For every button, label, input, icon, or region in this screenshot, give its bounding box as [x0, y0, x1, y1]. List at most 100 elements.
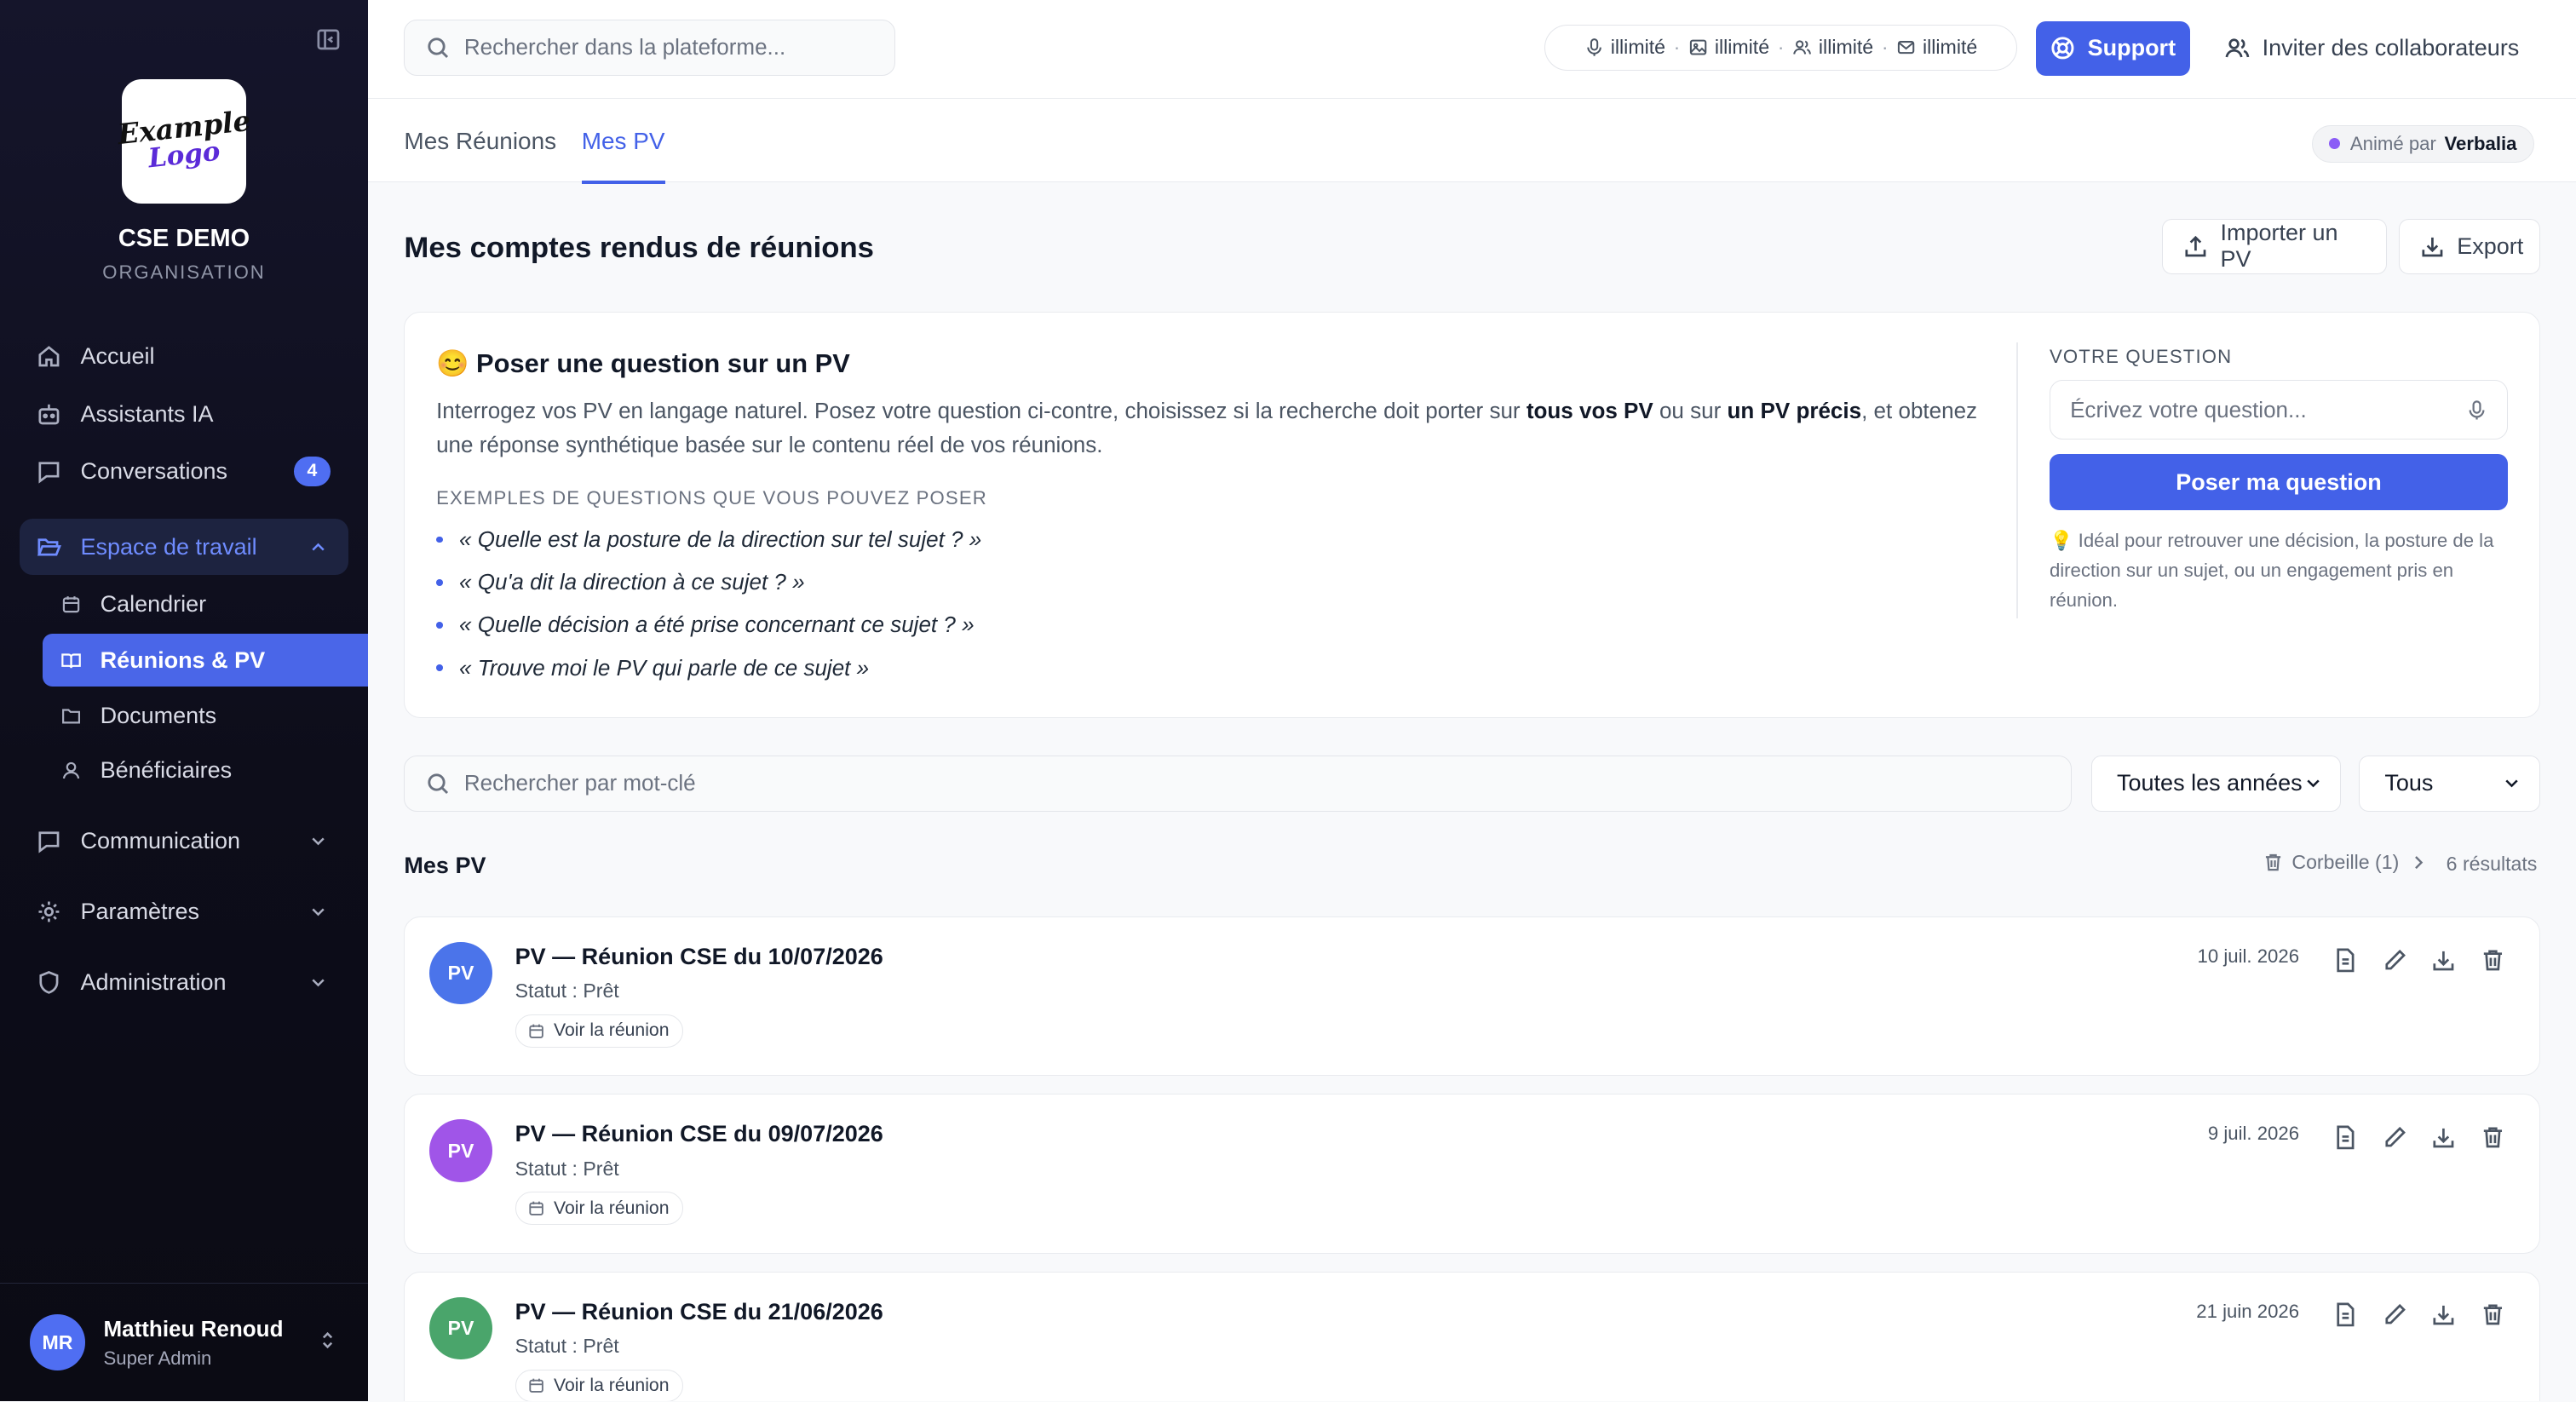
top-bar: illimité · illimité · illimité · illimit… — [368, 0, 2576, 99]
document-icon[interactable] — [2332, 947, 2359, 974]
view-meeting-label: Voir la réunion — [553, 1198, 670, 1218]
document-icon[interactable] — [2332, 1124, 2359, 1151]
nav-item-assistants[interactable]: Assistants IA — [20, 386, 348, 442]
view-meeting-link[interactable]: Voir la réunion — [515, 1014, 683, 1048]
ask-question-button[interactable]: Poser ma question — [2049, 454, 2509, 510]
chevron-down-icon — [312, 908, 325, 916]
chevron-right-icon — [2414, 856, 2424, 869]
bot-icon — [38, 404, 60, 424]
sidebar-collapse-icon[interactable] — [315, 26, 342, 53]
export-button[interactable]: Export — [2398, 218, 2540, 275]
nav-item-conversations[interactable]: Conversations 4 — [20, 444, 348, 500]
document-icon[interactable] — [2332, 1301, 2359, 1328]
view-meeting-link[interactable]: Voir la réunion — [515, 1192, 683, 1225]
nav-item-workspace[interactable]: Espace de travail — [20, 519, 348, 575]
nav-subitem-beneficiaries[interactable]: Bénéficiaires — [43, 744, 368, 797]
nav-item-home[interactable]: Accueil — [20, 329, 348, 385]
trash-icon[interactable] — [2480, 1124, 2506, 1151]
shield-icon — [39, 970, 59, 994]
question-field[interactable] — [2049, 380, 2509, 440]
nav-subitem-calendar[interactable]: Calendrier — [43, 578, 368, 631]
nav-label: Conversations — [80, 458, 228, 484]
chevron-down-icon — [2307, 779, 2320, 788]
invite-button[interactable]: Inviter des collaborateurs — [2224, 21, 2519, 76]
pv-title[interactable]: PV — Réunion CSE du 09/07/2026 — [515, 1121, 883, 1147]
pv-date: 10 juil. 2026 — [2197, 945, 2300, 967]
pv-avatar: PV — [429, 1296, 492, 1359]
nav-subitem-meetings[interactable]: Réunions & PV — [43, 634, 368, 687]
desc-bold-all: tous vos PV — [1526, 397, 1653, 423]
user-menu[interactable]: MR Matthieu Renoud Super Admin — [0, 1283, 368, 1401]
global-search-input[interactable] — [463, 34, 875, 61]
chat-icon — [38, 462, 60, 484]
trash-icon[interactable] — [2480, 947, 2506, 974]
results-count: 6 résultats — [2446, 852, 2538, 875]
org-name: CSE DEMO — [118, 225, 250, 253]
edit-icon[interactable] — [2382, 1301, 2408, 1328]
sidebar: Example Logo CSE DEMO ORGANISATION Accue… — [0, 0, 368, 1402]
pv-card[interactable]: PV PV — Réunion CSE du 21/06/2026 Statut… — [404, 1271, 2540, 1402]
calendar-icon — [529, 1024, 543, 1038]
pv-date: 9 juil. 2026 — [2207, 1123, 2300, 1145]
pv-card[interactable]: PV PV — Réunion CSE du 09/07/2026 Statut… — [404, 1094, 2540, 1254]
conversations-count-badge: 4 — [294, 457, 331, 486]
example-question: « Qu'a dit la direction à ce sujet ? » — [436, 569, 805, 595]
ask-title-text: Poser une question sur un PV — [476, 348, 850, 378]
search-icon — [427, 773, 448, 794]
chevron-down-icon — [2505, 779, 2518, 788]
trash-link[interactable]: Corbeille (1) — [2263, 851, 2427, 874]
example-question: « Trouve moi le PV qui parle de ce sujet… — [436, 655, 869, 681]
user-plus-icon — [2225, 38, 2250, 58]
animated-by-name: Verbalia — [2444, 132, 2517, 154]
pv-title[interactable]: PV — Réunion CSE du 21/06/2026 — [515, 1299, 883, 1325]
user-icon — [63, 761, 80, 779]
question-input[interactable] — [2070, 396, 2466, 423]
gear-icon — [38, 901, 60, 922]
list-title: Mes PV — [404, 852, 486, 878]
logo-text-2: Logo — [147, 135, 221, 175]
status-dot — [2328, 137, 2341, 150]
import-pv-button[interactable]: Importer un PV — [2162, 218, 2388, 275]
quota-value: illimité — [1714, 36, 1770, 59]
pv-avatar: PV — [429, 1119, 492, 1182]
divider — [2016, 342, 2019, 619]
keyword-search-input[interactable] — [463, 770, 1943, 797]
user-name: Matthieu Renoud — [103, 1315, 284, 1342]
global-search[interactable] — [404, 20, 896, 76]
nav-item-settings[interactable]: Paramètres — [20, 884, 348, 940]
nav-subitem-documents[interactable]: Documents — [43, 690, 368, 743]
pv-actions — [2332, 1301, 2506, 1328]
edit-icon[interactable] — [2382, 947, 2408, 974]
support-button[interactable]: Support — [2035, 21, 2190, 76]
download-icon[interactable] — [2430, 1301, 2457, 1328]
nav-label: Accueil — [80, 343, 155, 369]
view-meeting-label: Voir la réunion — [553, 1020, 670, 1041]
nav-label: Réunions & PV — [100, 646, 266, 673]
quota-emails: illimité — [1896, 36, 1977, 59]
nav-item-admin[interactable]: Administration — [20, 955, 348, 1011]
microphone-icon[interactable] — [2466, 399, 2487, 421]
status-select[interactable]: Tous — [2359, 756, 2540, 812]
download-icon — [2422, 237, 2443, 257]
tab-pv[interactable]: Mes PV — [581, 128, 665, 184]
lifebuoy-icon — [2051, 37, 2074, 60]
pv-card[interactable]: PV PV — Réunion CSE du 10/07/2026 Statut… — [404, 916, 2540, 1077]
tab-meetings[interactable]: Mes Réunions — [404, 128, 556, 182]
keyword-search[interactable] — [404, 756, 2072, 812]
edit-icon[interactable] — [2382, 1124, 2408, 1151]
download-icon[interactable] — [2430, 1124, 2457, 1151]
download-icon[interactable] — [2430, 947, 2457, 974]
trash-icon[interactable] — [2480, 1301, 2506, 1328]
quota-audio: illimité — [1584, 36, 1665, 59]
ask-question-card: 😊 Poser une question sur un PV Interroge… — [404, 312, 2540, 718]
year-select[interactable]: Toutes les années — [2091, 756, 2342, 812]
user-role: Super Admin — [103, 1347, 212, 1369]
search-icon — [427, 37, 448, 58]
upload-icon — [2185, 235, 2206, 257]
pv-title[interactable]: PV — Réunion CSE du 10/07/2026 — [515, 944, 883, 970]
nav-item-communication[interactable]: Communication — [20, 813, 348, 870]
status-select-value: Tous — [2384, 770, 2434, 796]
desc-bold-one: un PV précis — [1727, 397, 1862, 423]
ask-card-title: 😊 Poser une question sur un PV — [436, 348, 850, 379]
view-meeting-link[interactable]: Voir la réunion — [515, 1369, 683, 1402]
